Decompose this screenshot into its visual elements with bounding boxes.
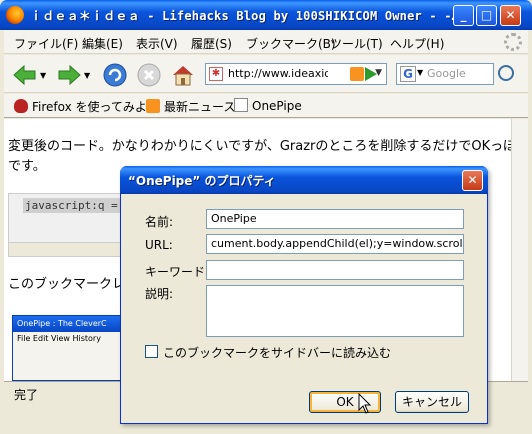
url-label: URL: <box>145 238 173 252</box>
embedded-screenshot: OnePipe : The CleverC File Edit View His… <box>12 315 128 381</box>
menu-tools[interactable]: ツール(T) <box>330 35 383 52</box>
bookmark-label: Firefox を使ってみよう <box>32 100 159 114</box>
maximize-button[interactable]: □ <box>476 5 497 26</box>
code-snippet: javascript:q = <box>23 198 120 213</box>
bookmark-firefox[interactable]: Firefox を使ってみよう <box>14 98 159 115</box>
stop-icon[interactable] <box>136 62 162 88</box>
status-text: 完了 <box>14 388 39 402</box>
navigation-toolbar: ▼ ▼ ✱ http://www.ideaxid ▼ G ▼ Google <box>4 55 528 93</box>
page-bookmark-icon <box>234 98 248 112</box>
bookmark-label: 最新ニュース <box>164 100 236 114</box>
dialog-title-bar: “OnePipe” のプロパティ ✕ <box>120 166 488 194</box>
dialog-close-button[interactable]: ✕ <box>462 170 483 191</box>
sidebar-checkbox[interactable] <box>145 345 158 358</box>
rss-bookmark-icon <box>146 99 160 113</box>
bookmark-properties-dialog: “OnePipe” のプロパティ ✕ 名前: OnePipe URL: cume… <box>120 166 488 424</box>
menu-bar: ファイル(F) 編集(E) 表示(V) 履歴(S) ブックマーク(B) ツール(… <box>4 30 528 54</box>
description-field[interactable] <box>206 285 464 337</box>
dialog-title: “OnePipe” のプロパティ <box>128 174 276 188</box>
mouse-cursor-icon <box>358 393 372 414</box>
back-arrow-icon[interactable] <box>12 62 38 88</box>
description-label: 説明: <box>145 287 174 301</box>
forward-dropdown-icon[interactable]: ▼ <box>84 71 90 80</box>
reload-icon[interactable] <box>102 62 128 88</box>
embedded-title: OnePipe : The CleverC <box>13 316 127 332</box>
menu-view[interactable]: 表示(V) <box>136 35 178 52</box>
rss-feed-icon[interactable] <box>350 67 364 81</box>
url-text[interactable]: http://www.ideaxid <box>228 67 328 80</box>
menu-file[interactable]: ファイル(F) <box>14 35 78 52</box>
firefox-icon <box>6 6 24 24</box>
menu-help[interactable]: ヘルプ(H) <box>390 35 444 52</box>
name-field[interactable]: OnePipe <box>206 209 464 229</box>
engine-dropdown-icon[interactable]: ▼ <box>417 68 423 77</box>
google-engine-icon[interactable]: G <box>400 66 416 82</box>
name-label: 名前: <box>145 215 174 229</box>
home-icon[interactable] <box>170 62 196 88</box>
browser-window: ｉｄｅａ＊ｉｄｅａ - Lifehacks Blog by 100SHIKICO… <box>0 0 532 434</box>
content-line-3: このブックマークレッ <box>8 277 139 292</box>
cancel-button[interactable]: キャンセル <box>395 391 469 413</box>
url-bar[interactable]: ✱ http://www.ideaxid ▼ <box>205 63 387 85</box>
keyword-label: キーワード: <box>145 265 210 279</box>
url-field[interactable]: cument.body.appendChild(el);y=window.scr… <box>206 234 464 254</box>
menu-history[interactable]: 履歴(S) <box>191 35 232 52</box>
close-button[interactable]: ✕ <box>500 5 521 26</box>
bookmark-label: OnePipe <box>252 99 302 113</box>
code-block: javascript:q = <box>8 193 129 257</box>
bookmark-onepipe[interactable]: OnePipe <box>234 98 302 113</box>
minimize-button[interactable]: _ <box>453 5 474 26</box>
forward-arrow-icon[interactable] <box>56 62 82 88</box>
search-bar[interactable]: G ▼ Google <box>396 63 494 85</box>
bookmarks-toolbar: Firefox を使ってみよう 最新ニュース OnePipe <box>4 94 528 118</box>
window-title: ｉｄｅａ＊ｉｄｅａ - Lifehacks Blog by 100SHIKICO… <box>30 9 460 23</box>
go-arrow-icon[interactable] <box>365 67 377 81</box>
title-bar: ｉｄｅａ＊ｉｄｅａ - Lifehacks Blog by 100SHIKICO… <box>0 0 532 30</box>
keyword-field[interactable] <box>206 260 464 280</box>
menu-edit[interactable]: 編集(E) <box>82 35 123 52</box>
content-line-2: です。 <box>8 159 46 174</box>
embedded-menu: File Edit View History <box>17 334 101 343</box>
content-line-1: 変更後のコード。かなりわかりにくいですが、Grazrのところを削除するだけでOK… <box>8 139 517 154</box>
back-dropdown-icon[interactable]: ▼ <box>40 71 46 80</box>
throbber-icon <box>504 33 522 51</box>
search-placeholder: Google <box>427 67 466 80</box>
page-vertical-scrollbar[interactable] <box>511 119 528 381</box>
search-magnifier-icon[interactable] <box>498 65 514 81</box>
sidebar-checkbox-label[interactable]: このブックマークをサイドバーに読み込む <box>163 344 391 361</box>
menu-bookmarks[interactable]: ブックマーク(B) <box>246 35 336 52</box>
code-horizontal-scrollbar[interactable] <box>9 242 129 256</box>
bookmark-news[interactable]: 最新ニュース <box>146 98 235 115</box>
site-favicon-icon: ✱ <box>209 67 223 81</box>
firefox-bookmark-icon <box>14 99 28 113</box>
